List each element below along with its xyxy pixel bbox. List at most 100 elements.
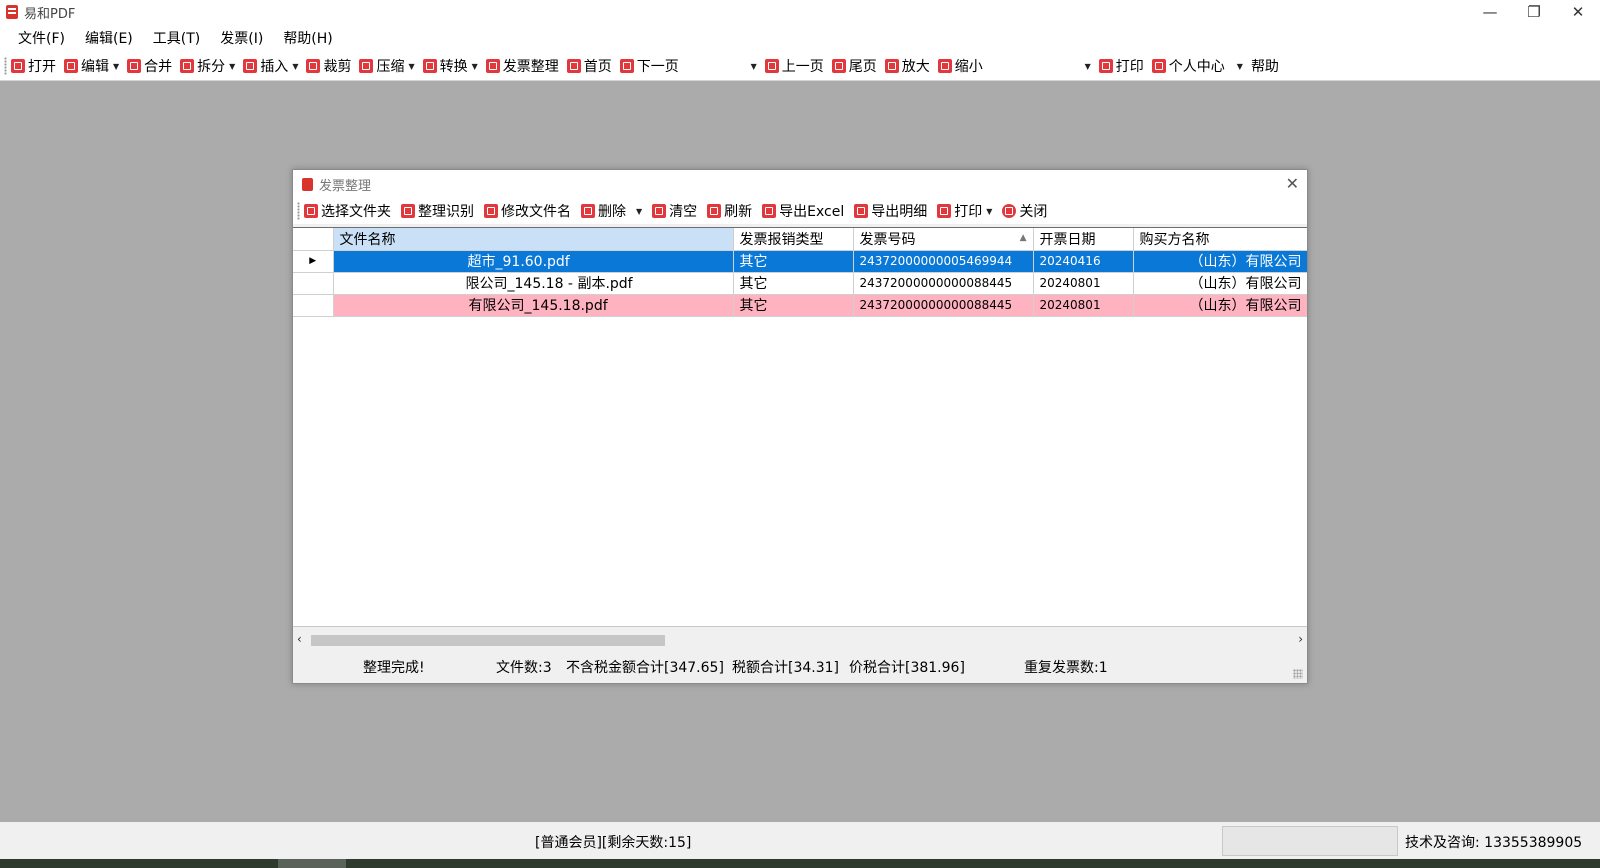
scrollbar-thumb[interactable]: [311, 635, 665, 646]
cell-buyer[interactable]: （山东）有限公司: [1133, 272, 1307, 295]
rename-button[interactable]: 修改文件名: [484, 201, 571, 221]
menu-tools[interactable]: 工具(T): [143, 28, 210, 48]
zoom-combo[interactable]: ▼: [991, 56, 1091, 76]
chevron-down-icon[interactable]: ▼: [636, 207, 642, 216]
taskbar-item[interactable]: [278, 859, 346, 868]
close-window-button[interactable]: ✕: [1556, 0, 1600, 24]
invoice-organize-button[interactable]: 发票整理: [485, 56, 559, 76]
edit-label: 编辑: [81, 59, 109, 75]
export-detail-label: 导出明细: [871, 204, 928, 220]
delete-button[interactable]: 删除 ▼: [581, 201, 642, 221]
row-header-corner[interactable]: [293, 228, 334, 251]
home-icon: [566, 59, 581, 73]
last-page-button[interactable]: 尾页: [831, 56, 877, 76]
crop-button[interactable]: 裁剪: [306, 56, 351, 76]
cell-date[interactable]: 20240801: [1033, 272, 1134, 295]
status-done: 整理完成!: [363, 660, 425, 676]
cell-type[interactable]: 其它: [733, 272, 854, 295]
column-header-buyer[interactable]: 购买方名称: [1133, 228, 1307, 251]
minimize-button[interactable]: —: [1468, 0, 1512, 24]
menu-file[interactable]: 文件(F): [8, 28, 75, 48]
chevron-down-icon[interactable]: ▼: [113, 62, 119, 71]
chevron-down-icon[interactable]: ▼: [1237, 62, 1243, 71]
chevron-down-icon[interactable]: ▼: [229, 62, 235, 71]
row-header[interactable]: [293, 272, 334, 295]
cell-date[interactable]: 20240801: [1033, 294, 1134, 317]
cell-number[interactable]: 24372000000005469944: [853, 250, 1034, 273]
next-page-button[interactable]: 下一页: [619, 56, 679, 76]
cell-type[interactable]: 其它: [733, 250, 854, 273]
table-row[interactable]: 有限公司_145.18.pdf 其它 24372000000000088445 …: [293, 294, 1307, 317]
trash-icon: [652, 204, 667, 218]
dialog-close-button[interactable]: 关闭: [1002, 201, 1047, 221]
cell-date[interactable]: 20240416: [1033, 250, 1134, 273]
clear-button[interactable]: 清空: [652, 201, 697, 221]
split-button[interactable]: 拆分 ▼: [180, 56, 235, 76]
export-excel-button[interactable]: 导出Excel: [762, 201, 844, 221]
resize-grip-icon[interactable]: [1293, 669, 1303, 679]
zoom-out-button[interactable]: 缩小: [937, 56, 983, 76]
clear-label: 清空: [669, 204, 698, 220]
last-page-label: 尾页: [848, 59, 877, 75]
restore-button[interactable]: ❐: [1512, 0, 1556, 24]
cell-buyer[interactable]: （山东）有限公司: [1133, 250, 1307, 273]
print-button[interactable]: 打印: [1098, 56, 1144, 76]
sort-ascending-icon: ▲: [1019, 232, 1027, 243]
excel-icon: [762, 204, 777, 218]
dialog-close-icon[interactable]: ✕: [1286, 174, 1299, 193]
organize-button[interactable]: 整理识别: [401, 201, 474, 221]
convert-button[interactable]: 转换 ▼: [422, 56, 478, 76]
toolbar-grip[interactable]: [4, 57, 7, 75]
first-page-button[interactable]: 首页: [566, 56, 612, 76]
horizontal-scrollbar[interactable]: ‹ ›: [293, 632, 1307, 649]
status-pre-tax-total: 不含税金额合计[347.65]: [566, 660, 724, 676]
dialog-title-bar[interactable]: 发票整理 ✕: [293, 170, 1307, 198]
column-header-file[interactable]: 文件名称: [333, 228, 734, 251]
cell-number[interactable]: 24372000000000088445: [853, 272, 1034, 295]
chevron-down-icon[interactable]: ▼: [472, 62, 478, 71]
column-header-date[interactable]: 开票日期: [1033, 228, 1134, 251]
scroll-left-icon[interactable]: ‹: [297, 632, 302, 646]
cell-file[interactable]: 超市_91.60.pdf: [333, 250, 734, 273]
column-header-number[interactable]: 发票号码 ▲: [853, 228, 1034, 251]
refresh-button[interactable]: 刷新: [707, 201, 752, 221]
menu-invoice[interactable]: 发票(I): [210, 28, 273, 48]
column-header-type[interactable]: 发票报销类型: [733, 228, 854, 251]
menu-help[interactable]: 帮助(H): [273, 28, 342, 48]
first-page-label: 首页: [583, 59, 612, 75]
prev-page-button[interactable]: 上一页: [764, 56, 824, 76]
cell-buyer[interactable]: （山东）有限公司: [1133, 294, 1307, 317]
compress-button[interactable]: 压缩 ▼: [359, 56, 415, 76]
insert-button[interactable]: 插入 ▼: [243, 56, 298, 76]
menu-edit[interactable]: 编辑(E): [75, 28, 143, 48]
insert-icon: [243, 59, 258, 73]
scroll-right-icon[interactable]: ›: [1298, 632, 1303, 646]
select-folder-button[interactable]: 选择文件夹: [304, 201, 391, 221]
help-button[interactable]: 帮助: [1251, 56, 1279, 76]
page-number-combo[interactable]: ▼: [687, 56, 757, 76]
zoom-in-button[interactable]: 放大: [884, 56, 930, 76]
cell-type[interactable]: 其它: [733, 294, 854, 317]
dialog-print-button[interactable]: 打印 ▼: [937, 201, 992, 221]
row-header[interactable]: [293, 294, 334, 317]
cell-number[interactable]: 24372000000000088445: [853, 294, 1034, 317]
merge-button[interactable]: 合并: [127, 56, 172, 76]
cell-file[interactable]: 有限公司_145.18.pdf: [333, 294, 734, 317]
open-button[interactable]: 打开: [11, 56, 56, 76]
chevron-down-icon[interactable]: ▼: [986, 207, 992, 216]
table-row[interactable]: ▶ 超市_91.60.pdf 其它 24372000000005469944 2…: [293, 250, 1307, 273]
cell-file[interactable]: 限公司_145.18 - 副本.pdf: [333, 272, 734, 295]
edit-button[interactable]: 编辑 ▼: [64, 56, 119, 76]
open-label: 打开: [28, 59, 56, 75]
export-excel-label: 导出Excel: [779, 204, 845, 220]
current-row-indicator-icon[interactable]: ▶: [293, 250, 334, 273]
toolbar-grip[interactable]: [297, 202, 300, 220]
arrow-right-icon: [619, 59, 634, 73]
contact-info: 技术及咨询: 13355389905: [1405, 835, 1583, 851]
user-center-button[interactable]: 个人中心 ▼: [1151, 56, 1243, 76]
table-row[interactable]: 限公司_145.18 - 副本.pdf 其它 24372000000000088…: [293, 272, 1307, 295]
delete-icon: [581, 204, 595, 218]
export-detail-button[interactable]: 导出明细: [854, 201, 927, 221]
chevron-down-icon[interactable]: ▼: [292, 62, 298, 71]
chevron-down-icon[interactable]: ▼: [408, 62, 414, 71]
